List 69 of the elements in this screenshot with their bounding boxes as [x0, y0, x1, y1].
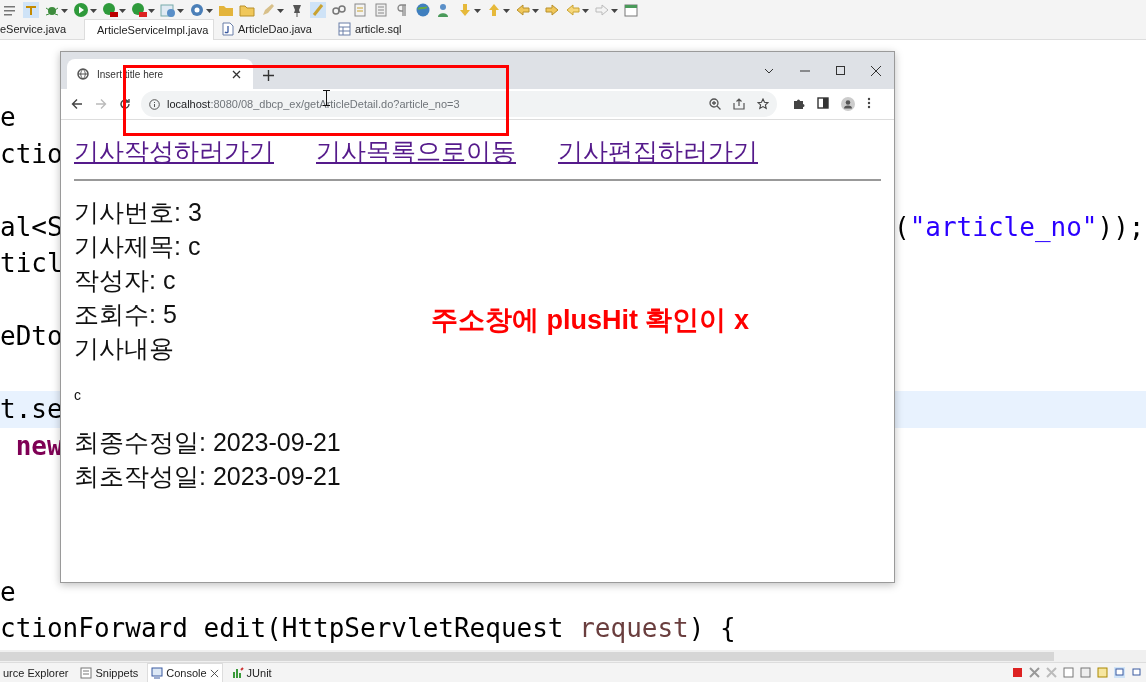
- avatar-icon[interactable]: [841, 97, 855, 111]
- code-text: e: [0, 101, 16, 134]
- monitor-icon[interactable]: [1131, 667, 1142, 678]
- url-host: localhost: [167, 98, 211, 110]
- code-text: eDto: [0, 320, 63, 353]
- detail-text: 기사제목: c: [74, 232, 201, 260]
- share-icon[interactable]: [733, 98, 745, 110]
- code-text: e: [0, 575, 16, 609]
- code-text: ctio: [0, 137, 63, 171]
- nav-link[interactable]: 기사편집하러가기: [558, 132, 758, 170]
- code-text: al<S: [0, 210, 63, 244]
- editor-tab[interactable]: ArticleServiceImpl.java: [84, 18, 214, 40]
- table-file-icon: [338, 22, 351, 36]
- editor-tab[interactable]: article.sql: [330, 19, 410, 39]
- code-text: ("article_no"));: [894, 210, 1145, 244]
- clipboard-icon: [80, 666, 93, 679]
- gear-icon[interactable]: [189, 1, 205, 18]
- view-tab[interactable]: Snippets: [77, 663, 142, 682]
- editor-tab[interactable]: ArticleDao.java: [214, 19, 320, 39]
- minimize-icon[interactable]: [800, 69, 810, 72]
- remove-icon[interactable]: [1029, 667, 1040, 678]
- detail-text: 최초작성일: 2023-09-21: [74, 462, 341, 490]
- detail-text: 기사내용: [74, 334, 174, 362]
- address-bar[interactable]: localhost:8080/08_dbcp_ex/getArticleDetail.do?article_no=3: [141, 91, 777, 117]
- run-icon[interactable]: [102, 1, 118, 18]
- view-tab[interactable]: urce Explorer: [0, 663, 72, 682]
- stop-icon[interactable]: [1012, 667, 1023, 678]
- chevron-down-icon[interactable]: [764, 67, 774, 74]
- detail-text: 최종수정일: 2023-09-21: [74, 428, 341, 456]
- stop-run-icon[interactable]: [131, 1, 147, 18]
- puzzle-icon[interactable]: [793, 97, 805, 109]
- view-tab[interactable]: JUnit: [228, 663, 275, 682]
- back-icon[interactable]: [71, 98, 83, 110]
- view-tab[interactable]: Console: [147, 662, 223, 682]
- article-body: c: [74, 387, 81, 403]
- document-icon[interactable]: [1080, 667, 1091, 678]
- close-icon[interactable]: [871, 65, 881, 76]
- monitor-icon[interactable]: [1114, 667, 1125, 678]
- maximize-icon[interactable]: [836, 66, 845, 75]
- info-icon: [149, 98, 160, 110]
- plus-icon[interactable]: [263, 70, 274, 81]
- detail-text: 기사번호: 3: [74, 198, 202, 226]
- more-icon[interactable]: [867, 97, 871, 109]
- code-text: ctionForward edit(HttpServletRequest request) {: [0, 612, 736, 645]
- close-icon[interactable]: [232, 69, 241, 79]
- close-icon[interactable]: [209, 668, 219, 678]
- annotation-text: 주소창에 plusHit 확인이 x: [431, 304, 749, 337]
- zoom-icon[interactable]: [709, 98, 721, 110]
- scrollbar-thumb[interactable]: [0, 651, 1054, 661]
- detail-text: 조회수: 5: [74, 300, 177, 328]
- monitor-icon: [151, 667, 164, 679]
- code-text: ticl: [0, 247, 63, 280]
- url-path: :8080/08_dbcp_ex/getArticleDetail.do?article_no=3: [210, 98, 460, 110]
- brush-icon[interactable]: [310, 1, 326, 18]
- reload-icon[interactable]: [119, 98, 131, 110]
- editor-tab[interactable]: eService.java: [0, 19, 84, 39]
- play-icon[interactable]: [73, 1, 89, 18]
- document-icon[interactable]: [1063, 667, 1074, 678]
- detail-text: 작성자: c: [74, 266, 176, 294]
- chart-icon: [231, 666, 244, 679]
- window-icon[interactable]: [623, 1, 639, 18]
- file-icon: [222, 22, 234, 36]
- nav-link[interactable]: 기사목록으로이동: [316, 132, 516, 170]
- side-panel-icon[interactable]: [817, 97, 829, 109]
- code-text: t.se: [0, 393, 63, 426]
- forward-arrow-icon[interactable]: [544, 1, 560, 18]
- toggle-icon[interactable]: [23, 1, 39, 18]
- star-icon[interactable]: [757, 98, 769, 110]
- nav-link[interactable]: 기사작성하러가기: [74, 132, 274, 170]
